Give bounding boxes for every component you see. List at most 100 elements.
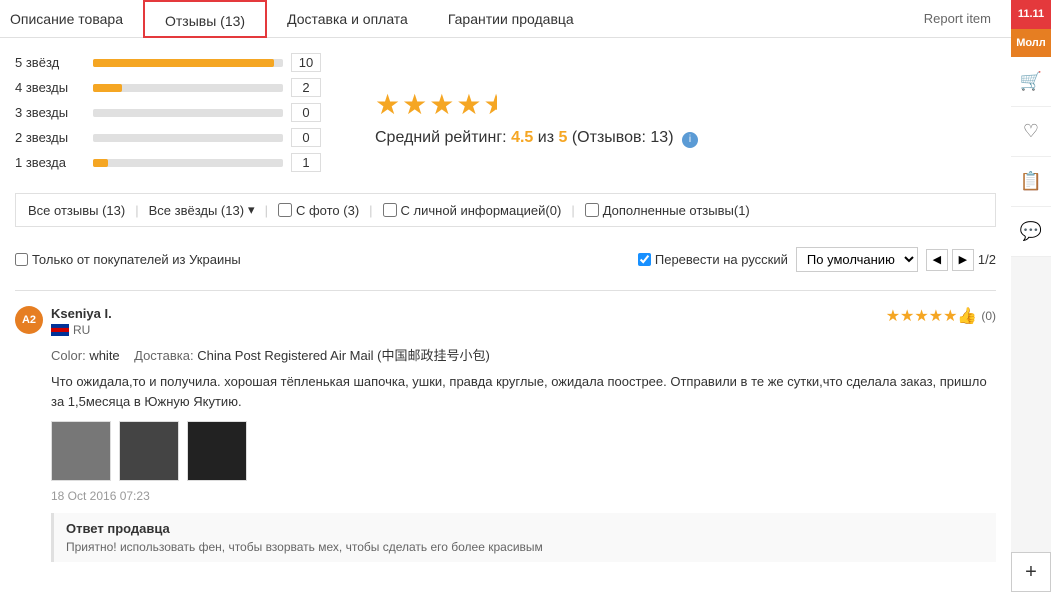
tabs-bar: Описание товара Отзывы (13) Доставка и о… xyxy=(0,0,1011,38)
like-button[interactable]: 👍 (0) xyxy=(957,306,996,326)
rating-count-4: 2 xyxy=(291,78,321,97)
filter-all-stars-label: Все звёзды (13) xyxy=(149,203,244,218)
filter-sep-2: | xyxy=(265,203,268,218)
orders-icon: 📋 xyxy=(1020,171,1042,192)
filter-with-photo-checkbox[interactable] xyxy=(278,203,292,217)
filter-row: Все отзывы (13) | Все звёзды (13) ▾ | С … xyxy=(15,193,996,227)
star-1: ★ xyxy=(375,88,400,121)
rating-count-3: 0 xyxy=(291,103,321,122)
like-count: (0) xyxy=(981,309,996,323)
max-number: 5 xyxy=(558,129,567,146)
ukraine-only-label[interactable]: Только от покупателей из Украины xyxy=(15,252,241,267)
page-current: 1 xyxy=(978,252,985,267)
rating-label-5: 5 звёзд xyxy=(15,55,85,70)
pagination: ◀ ▶ 1/2 xyxy=(926,249,996,271)
chevron-down-icon: ▾ xyxy=(248,202,255,218)
review-star-5: ★ xyxy=(943,306,957,326)
filter-sep-3: | xyxy=(369,203,372,218)
review-header: A2 Kseniya I. RU ★ ★ ★ xyxy=(15,306,996,337)
info-icon[interactable]: i xyxy=(682,132,698,148)
filter-sep-1: | xyxy=(135,203,138,218)
options-right: Перевести на русский По умолчанию По дат… xyxy=(638,247,996,272)
stars-large: ★ ★ ★ ★ ★ xyxy=(375,88,698,121)
sidebar-cart[interactable]: 🛒 xyxy=(1011,57,1051,107)
cart-icon: 🛒 xyxy=(1020,71,1042,92)
sidebar-messages[interactable]: 💬 xyxy=(1011,207,1051,257)
reviewer-info: Kseniya I. RU xyxy=(51,306,876,337)
sidebar-promo[interactable]: 11.11 xyxy=(1011,0,1051,29)
star-3: ★ xyxy=(429,88,454,121)
options-row: Только от покупателей из Украины Перевес… xyxy=(15,239,996,280)
filter-with-photo[interactable]: С фото (3) xyxy=(278,203,359,218)
translate-label[interactable]: Перевести на русский xyxy=(638,252,788,267)
avg-separator: из xyxy=(538,129,559,146)
rating-label-3: 3 звезды xyxy=(15,105,85,120)
rating-row-5: 5 звёзд 10 xyxy=(15,53,355,72)
review-images xyxy=(51,421,996,481)
delivery-label: Доставка: xyxy=(134,348,193,363)
heart-icon: ♡ xyxy=(1023,121,1039,142)
color-label: Color: xyxy=(51,348,86,363)
review-image-2[interactable] xyxy=(119,421,179,481)
filter-additional-checkbox[interactable] xyxy=(585,203,599,217)
country-text: RU xyxy=(73,323,90,337)
color-value: white xyxy=(89,348,119,363)
translate-checkbox[interactable] xyxy=(638,253,651,266)
review-star-4: ★ xyxy=(929,306,943,326)
rating-row-2: 2 звезды 0 xyxy=(15,128,355,147)
filter-with-photo-label: С фото (3) xyxy=(296,203,359,218)
rating-count-1: 1 xyxy=(291,153,321,172)
mall-text: Молл xyxy=(1016,37,1046,49)
reviews-label-parens: (Отзывов: xyxy=(572,129,651,146)
review-count-num: 13 xyxy=(650,129,668,146)
filter-all-reviews[interactable]: Все отзывы (13) xyxy=(28,203,125,218)
report-item-button[interactable]: Report item xyxy=(904,0,1011,38)
rating-row-1: 1 звезда 1 xyxy=(15,153,355,172)
filter-with-personal[interactable]: С личной информацией(0) xyxy=(383,203,562,218)
ukraine-only-text: Только от покупателей из Украины xyxy=(32,252,241,267)
sidebar-plus-button[interactable]: + xyxy=(1011,552,1051,592)
review-item: A2 Kseniya I. RU ★ ★ ★ xyxy=(15,290,996,577)
filter-sep-4: | xyxy=(571,203,574,218)
rating-label-1: 1 звезда xyxy=(15,155,85,170)
sidebar-mall[interactable]: Молл xyxy=(1011,29,1051,57)
rating-bars: 5 звёзд 10 4 звезды 2 3 зв xyxy=(15,53,355,178)
avg-label: Средний рейтинг: xyxy=(375,129,507,146)
filter-with-personal-label: С личной информацией(0) xyxy=(401,203,562,218)
tab-guarantee[interactable]: Гарантии продавца xyxy=(428,0,594,38)
star-4: ★ xyxy=(456,88,481,121)
bar-fill-5 xyxy=(93,59,274,67)
delivery-value: China Post Registered Air Mail (中国邮政挂号小包… xyxy=(197,348,490,363)
sidebar-wishlist[interactable]: ♡ xyxy=(1011,107,1051,157)
seller-reply: Ответ продавца Приятно! использовать фен… xyxy=(51,513,996,562)
rating-section: 5 звёзд 10 4 звезды 2 3 зв xyxy=(15,53,996,178)
review-image-1[interactable] xyxy=(51,421,111,481)
filter-additional[interactable]: Дополненные отзывы(1) xyxy=(585,203,750,218)
ukraine-only-checkbox[interactable] xyxy=(15,253,28,266)
sort-select[interactable]: По умолчанию По дате По рейтингу xyxy=(796,247,918,272)
rating-count-5: 10 xyxy=(291,53,321,72)
avg-number: 4.5 xyxy=(511,129,533,146)
next-page-button[interactable]: ▶ xyxy=(952,249,974,271)
tab-reviews[interactable]: Отзывы (13) xyxy=(143,0,267,38)
review-image-3[interactable] xyxy=(187,421,247,481)
tab-delivery[interactable]: Доставка и оплата xyxy=(267,0,428,38)
filter-all-stars[interactable]: Все звёзды (13) ▾ xyxy=(149,202,255,218)
filter-additional-label: Дополненные отзывы(1) xyxy=(603,203,750,218)
bar-container-5 xyxy=(93,59,283,67)
rating-row-3: 3 звезды 0 xyxy=(15,103,355,122)
filter-with-personal-checkbox[interactable] xyxy=(383,203,397,217)
rating-row-4: 4 звезды 2 xyxy=(15,78,355,97)
thumbs-up-icon: 👍 xyxy=(957,306,977,326)
review-meta: Color: white Доставка: China Post Regist… xyxy=(51,345,996,364)
promo-text: 11.11 xyxy=(1018,8,1044,21)
bar-container-4 xyxy=(93,84,283,92)
rating-summary: ★ ★ ★ ★ ★ Средний рейтинг: 4.5 из 5 (Отз… xyxy=(375,53,698,178)
prev-page-button[interactable]: ◀ xyxy=(926,249,948,271)
reviewer-country: RU xyxy=(51,323,876,337)
tab-description[interactable]: Описание товара xyxy=(0,0,143,38)
bar-container-2 xyxy=(93,134,283,142)
sidebar-orders[interactable]: 📋 xyxy=(1011,157,1051,207)
review-text: Что ожидала,то и получила. хорошая тёпле… xyxy=(51,372,996,411)
review-date: 18 Oct 2016 07:23 xyxy=(51,489,996,503)
